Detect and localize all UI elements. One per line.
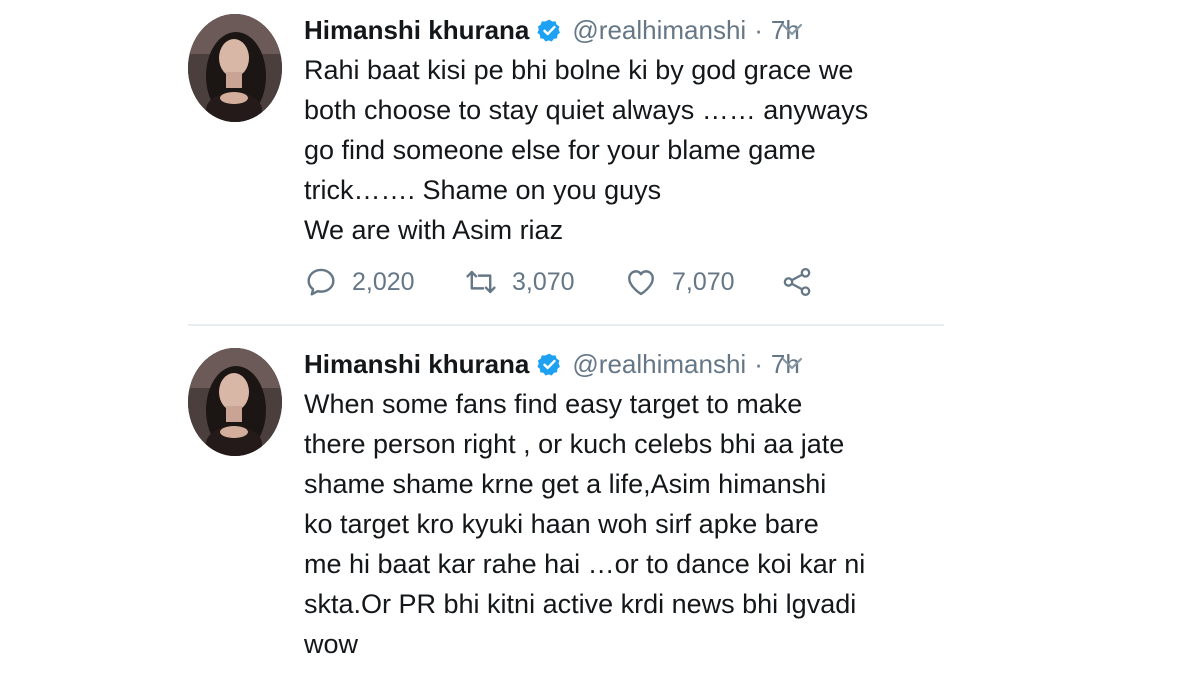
tweet[interactable]: Himanshi khurana @realhimanshi · 7h When… <box>188 346 944 666</box>
tweet-text-line: shame shame krne get a life,Asim himansh… <box>304 469 827 499</box>
author-handle[interactable]: @realhimanshi <box>572 349 746 380</box>
reply-count: 2,020 <box>352 267 415 296</box>
share-icon <box>783 267 811 297</box>
author-handle[interactable]: @realhimanshi <box>572 15 746 46</box>
tweet-content: Himanshi khurana @realhimanshi · 7h Rahi… <box>304 12 944 297</box>
tweet-text-line: We are with Asim riaz <box>304 215 564 245</box>
chevron-down-icon[interactable] <box>780 356 804 372</box>
like-button[interactable]: 7,070 <box>624 265 780 299</box>
tweet-actions: 2,020 3,070 7,070 <box>304 264 814 300</box>
reply-button[interactable]: 2,020 <box>304 265 464 299</box>
tweet-header: Himanshi khurana @realhimanshi · 7h <box>304 346 944 382</box>
chevron-down-icon[interactable] <box>780 22 804 38</box>
tweet-text-line: When some fans find easy target to make <box>304 389 803 419</box>
like-count: 7,070 <box>672 267 735 296</box>
avatar[interactable] <box>188 348 282 456</box>
tweet-divider <box>188 324 944 326</box>
separator-dot: · <box>754 348 763 379</box>
verified-badge-icon <box>537 18 562 43</box>
tweet-text-line: wow <box>304 629 359 659</box>
separator-dot: · <box>754 14 763 45</box>
tweet-text: Rahi baat kisi pe bhi bolne ki by god gr… <box>304 50 944 250</box>
tweet-text-line: both choose to stay quiet always …… anyw… <box>304 95 869 125</box>
tweet-text-line: skta.Or PR bhi kitni active krdi news bh… <box>304 589 857 619</box>
tweet-content: Himanshi khurana @realhimanshi · 7h When… <box>304 346 944 664</box>
tweet-text-line: me hi baat kar rahe hai …or to dance koi… <box>304 549 866 579</box>
retweet-count: 3,070 <box>512 267 575 296</box>
retweet-button[interactable]: 3,070 <box>464 265 624 299</box>
author-name[interactable]: Himanshi khurana <box>304 15 529 46</box>
retweet-icon <box>466 270 496 294</box>
verified-badge-icon <box>537 352 562 377</box>
tweet-text-line: trick……. Shame on you guys <box>304 175 662 205</box>
tweet-text-line: go find someone else for your blame game <box>304 135 816 165</box>
author-name[interactable]: Himanshi khurana <box>304 349 529 380</box>
avatar-photo <box>188 348 282 456</box>
reply-icon <box>307 268 335 296</box>
avatar[interactable] <box>188 14 282 122</box>
tweet-text-line: there person right , or kuch celebs bhi … <box>304 429 845 459</box>
share-button[interactable] <box>780 265 814 299</box>
tweet-text-line: ko target kro kyuki haan woh sirf apke b… <box>304 509 819 539</box>
tweet-text: When some fans find easy target to make … <box>304 384 944 664</box>
avatar-photo <box>188 14 282 122</box>
tweet-header: Himanshi khurana @realhimanshi · 7h <box>304 12 944 48</box>
tweet-text-line: Rahi baat kisi pe bhi bolne ki by god gr… <box>304 55 854 85</box>
heart-icon <box>628 270 654 296</box>
tweet[interactable]: Himanshi khurana @realhimanshi · 7h Rahi… <box>188 12 944 324</box>
